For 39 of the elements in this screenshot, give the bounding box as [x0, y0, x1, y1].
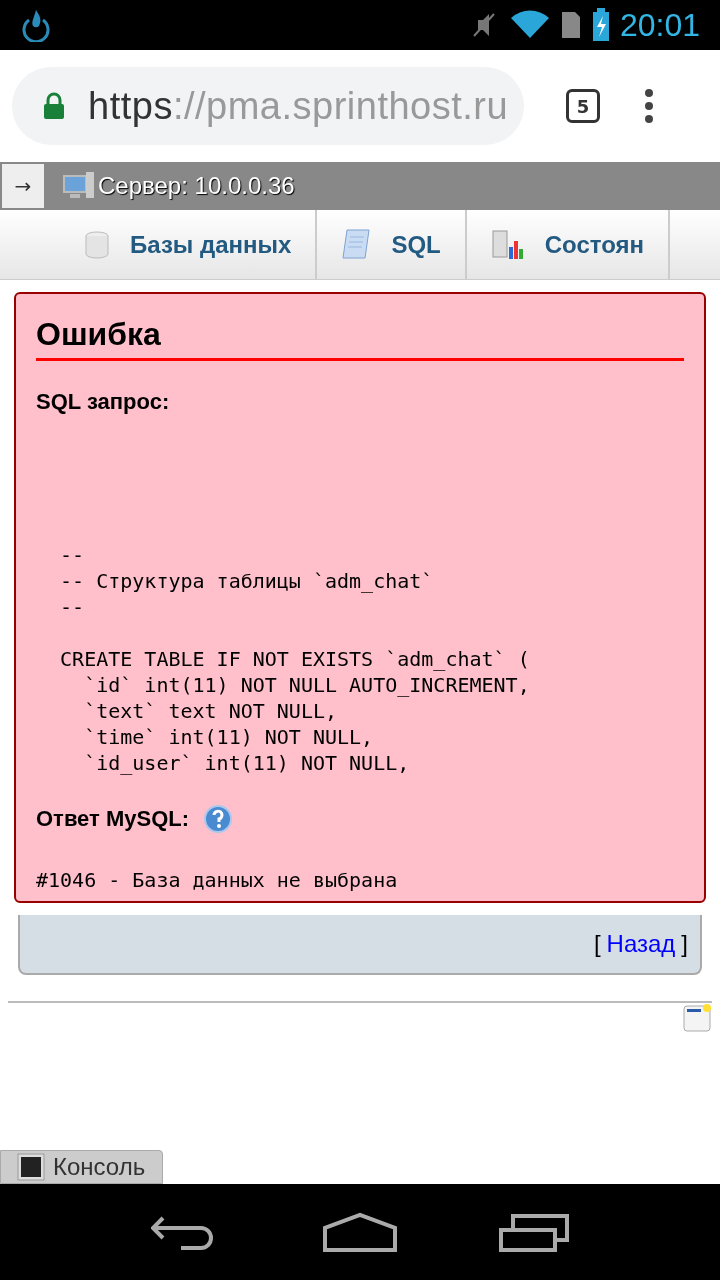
console-tab[interactable]: Консоль	[0, 1150, 163, 1184]
help-icon[interactable]	[203, 803, 234, 834]
clock: 20:01	[619, 6, 700, 45]
bracket: ]	[681, 929, 688, 959]
battery-icon	[591, 8, 610, 42]
sql-code-line: CREATE TABLE IF NOT EXISTS `adm_chat` (	[59, 646, 530, 672]
sim-icon	[559, 10, 582, 40]
server-title[interactable]: Сервер: 10.0.0.36	[98, 168, 295, 204]
url-text: https://pma.sprinthost.ru	[88, 83, 509, 129]
menu-icon[interactable]	[644, 89, 654, 123]
tab-count-button[interactable]: 5	[566, 89, 600, 123]
error-title: Ошибка	[36, 314, 684, 361]
server-chart-icon	[490, 228, 525, 261]
toggle-button[interactable]: →	[2, 164, 44, 208]
sql-code-line: --	[59, 542, 85, 568]
scroll-icon	[341, 227, 372, 262]
cylinder-icon	[84, 229, 110, 260]
query-label: SQL запрос:	[36, 388, 171, 416]
sql-code-line: `text` text NOT NULL,	[83, 698, 338, 724]
flame-icon	[20, 8, 52, 42]
response-label: Ответ MySQL:	[36, 805, 190, 833]
error-message: #1046 - База данных не выбрана	[36, 867, 398, 894]
bracket: [	[593, 929, 601, 959]
window-icon[interactable]	[682, 1003, 712, 1033]
console-icon	[17, 1153, 45, 1181]
nav-tab[interactable]: SQL	[317, 210, 467, 279]
sql-code-line: `time` int(11) NOT NULL,	[83, 724, 374, 750]
recent-apps-icon[interactable]	[499, 1212, 569, 1252]
sql-code-line: `id_user` int(11) NOT NULL,	[83, 750, 410, 776]
wifi-icon	[509, 10, 550, 40]
sql-code-line: --	[59, 594, 85, 620]
back-link[interactable]: Назад	[606, 926, 676, 962]
sql-code-line: -- Структура таблицы `adm_chat`	[59, 568, 434, 594]
address-bar[interactable]: https://pma.sprinthost.ru	[12, 67, 524, 145]
lock-icon	[42, 92, 66, 120]
sql-code-line: `id` int(11) NOT NULL AUTO_INCREMENT,	[83, 672, 530, 698]
nav-tab[interactable]: Состоян	[466, 210, 671, 279]
nav-tab[interactable]: Базы данных	[60, 210, 318, 279]
home-icon[interactable]	[323, 1212, 397, 1252]
